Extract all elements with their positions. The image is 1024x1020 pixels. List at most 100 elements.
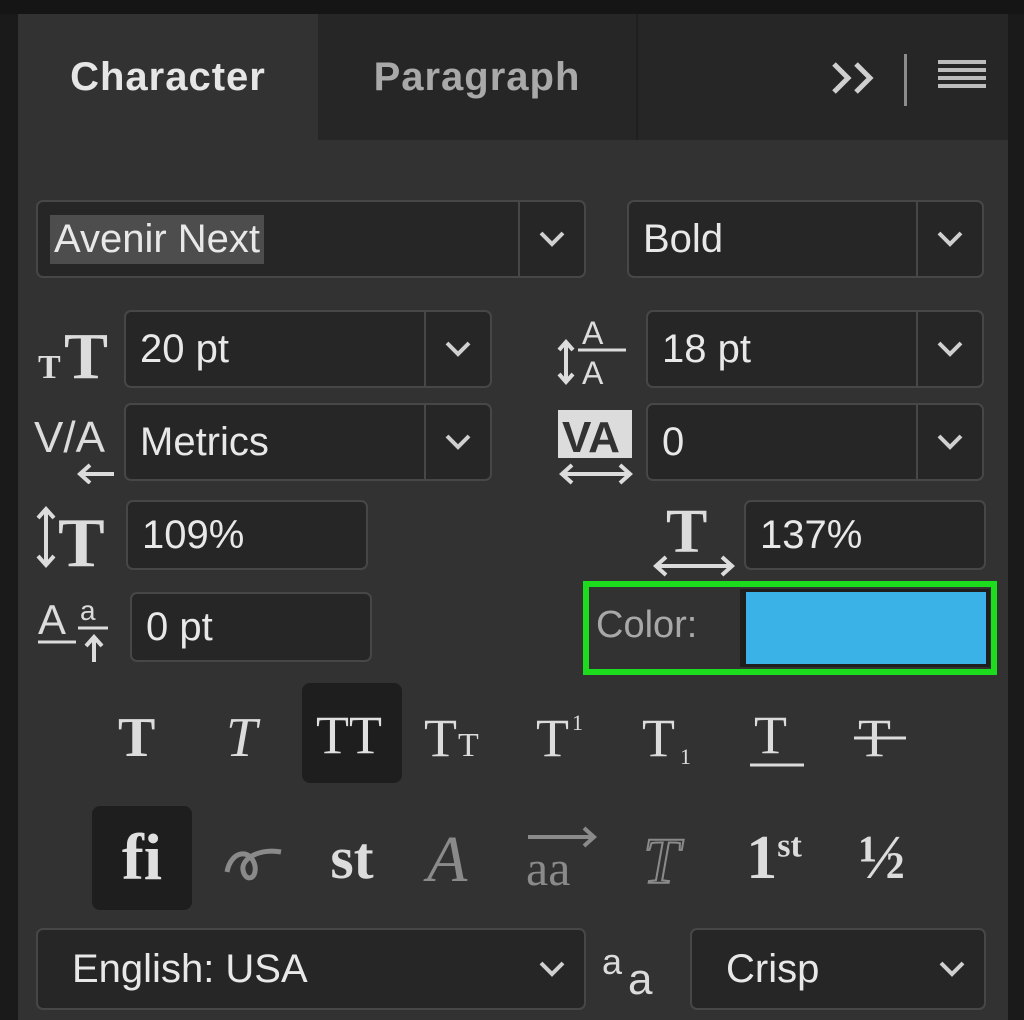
standard-ligatures-button[interactable]: fi (92, 806, 192, 910)
tab-character[interactable]: Character (18, 14, 318, 140)
horizontal-scale-icon: T (653, 502, 735, 577)
svg-text:VA: VA (562, 413, 620, 462)
kerning-icon: V/A (34, 413, 114, 484)
tracking-value[interactable]: 0 (648, 420, 684, 465)
svg-text:A: A (423, 823, 468, 893)
strikethrough-button[interactable]: T (830, 686, 930, 786)
chevron-down-icon (937, 341, 963, 357)
chevron-down-icon (937, 231, 963, 247)
tab-bar-divider (904, 54, 907, 106)
chevron-down-icon (539, 961, 565, 977)
language-chevron[interactable] (520, 930, 584, 1008)
svg-text:T: T (666, 502, 707, 566)
svg-text:T: T (38, 349, 61, 382)
baseline-shift-field[interactable]: 0 pt (130, 592, 372, 662)
svg-text:T: T (118, 707, 155, 766)
discretionary-ligatures-label: st (330, 824, 374, 891)
horizontal-scale-field[interactable]: 137% (744, 500, 986, 570)
superscript-icon: T1 (536, 708, 583, 766)
vertical-scale-value[interactable]: 109% (128, 513, 244, 558)
window-top-strip (0, 0, 1024, 14)
baseline-shift-icon: A a (38, 595, 108, 662)
horizontal-scale-value[interactable]: 137% (746, 513, 862, 558)
tab-paragraph[interactable]: Paragraph (318, 14, 638, 140)
collapse-panels-icon[interactable] (830, 56, 880, 100)
svg-text:T: T (536, 708, 569, 766)
svg-text:T: T (458, 727, 479, 764)
font-family-chevron[interactable] (518, 202, 584, 276)
faux-bold-button[interactable]: T (90, 686, 190, 786)
faux-italic-button[interactable]: T (196, 686, 296, 786)
leading-field[interactable]: 18 pt (646, 310, 984, 388)
font-family-dropdown[interactable]: Avenir Next (36, 200, 586, 278)
leading-value[interactable]: 18 pt (648, 327, 751, 372)
faux-bold-icon: T (118, 707, 155, 766)
anti-alias-icon: a a (602, 941, 653, 1000)
svg-text:T: T (642, 708, 675, 766)
svg-text:a: a (628, 955, 653, 1000)
font-size-chevron[interactable] (424, 312, 490, 386)
stylistic-alternates-button[interactable]: aa (514, 808, 614, 908)
subscript-button[interactable]: T1 (624, 686, 724, 786)
svg-text:TT: TT (316, 705, 382, 763)
small-caps-icon: TT (424, 708, 479, 766)
anti-alias-chevron[interactable] (920, 930, 984, 1008)
svg-text:a: a (602, 941, 623, 982)
chevron-down-icon (937, 434, 963, 450)
font-style-chevron[interactable] (916, 202, 982, 276)
contextual-alternates-icon (224, 848, 282, 881)
vertical-scale-field[interactable]: 109% (126, 500, 368, 570)
small-caps-button[interactable]: TT (408, 686, 508, 786)
font-style-dropdown[interactable]: Bold (627, 200, 984, 278)
discretionary-ligatures-button[interactable]: st (302, 808, 402, 908)
tracking-icon: VA (558, 410, 633, 485)
font-size-field[interactable]: 20 pt (124, 310, 492, 388)
anti-alias-value: Crisp (726, 946, 820, 991)
chevron-down-icon (445, 434, 471, 450)
svg-text:a: a (80, 595, 96, 626)
contextual-alternates-button[interactable] (206, 810, 306, 910)
font-size-icon: T T (38, 320, 108, 382)
color-highlight-box (583, 581, 997, 675)
svg-text:T: T (754, 705, 787, 765)
stylistic-alternates-label: aa (526, 840, 570, 893)
panel-menu-icon[interactable] (938, 60, 986, 96)
leading-icon: A A (557, 315, 626, 388)
kerning-dropdown[interactable]: Metrics (124, 403, 492, 481)
superscript-button[interactable]: T1 (518, 686, 618, 786)
swash-icon: A (423, 823, 468, 893)
all-caps-button[interactable]: TT (302, 683, 402, 783)
subscript-icon: T1 (642, 708, 691, 766)
svg-text:T: T (226, 707, 261, 766)
tracking-chevron[interactable] (916, 405, 982, 479)
kerning-value[interactable]: Metrics (126, 420, 269, 465)
titling-alternates-button[interactable]: T (620, 808, 720, 908)
swash-button[interactable]: A (408, 808, 508, 908)
baseline-shift-value[interactable]: 0 pt (132, 605, 213, 650)
kerning-chevron[interactable] (424, 405, 490, 479)
svg-text:1: 1 (680, 744, 691, 766)
fractions-label: ½ (858, 823, 906, 892)
leading-chevron[interactable] (916, 312, 982, 386)
font-size-value[interactable]: 20 pt (126, 327, 229, 372)
svg-text:T: T (64, 320, 108, 382)
svg-text:A: A (582, 315, 604, 351)
stylistic-alternates-icon: aa (526, 826, 597, 893)
underline-button[interactable]: T (728, 686, 828, 786)
font-family-value[interactable]: Avenir Next (50, 214, 265, 264)
svg-text:A: A (582, 355, 604, 388)
titling-alternates-icon: T (642, 824, 685, 893)
svg-text:T: T (643, 825, 684, 893)
underline-icon: T (750, 705, 804, 767)
ordinals-label: 1st (746, 823, 802, 892)
strikethrough-icon: T (854, 708, 906, 766)
tracking-dropdown[interactable]: 0 (646, 403, 984, 481)
fractions-button[interactable]: ½ (832, 808, 932, 908)
language-value: English: USA (72, 946, 308, 991)
language-dropdown[interactable]: English: USA (36, 928, 586, 1010)
chevron-down-icon (539, 231, 565, 247)
vertical-scale-icon: T (36, 505, 105, 570)
ordinals-button[interactable]: 1st (724, 808, 824, 908)
all-caps-icon: TT (316, 705, 382, 763)
anti-alias-dropdown[interactable]: Crisp (690, 928, 986, 1010)
